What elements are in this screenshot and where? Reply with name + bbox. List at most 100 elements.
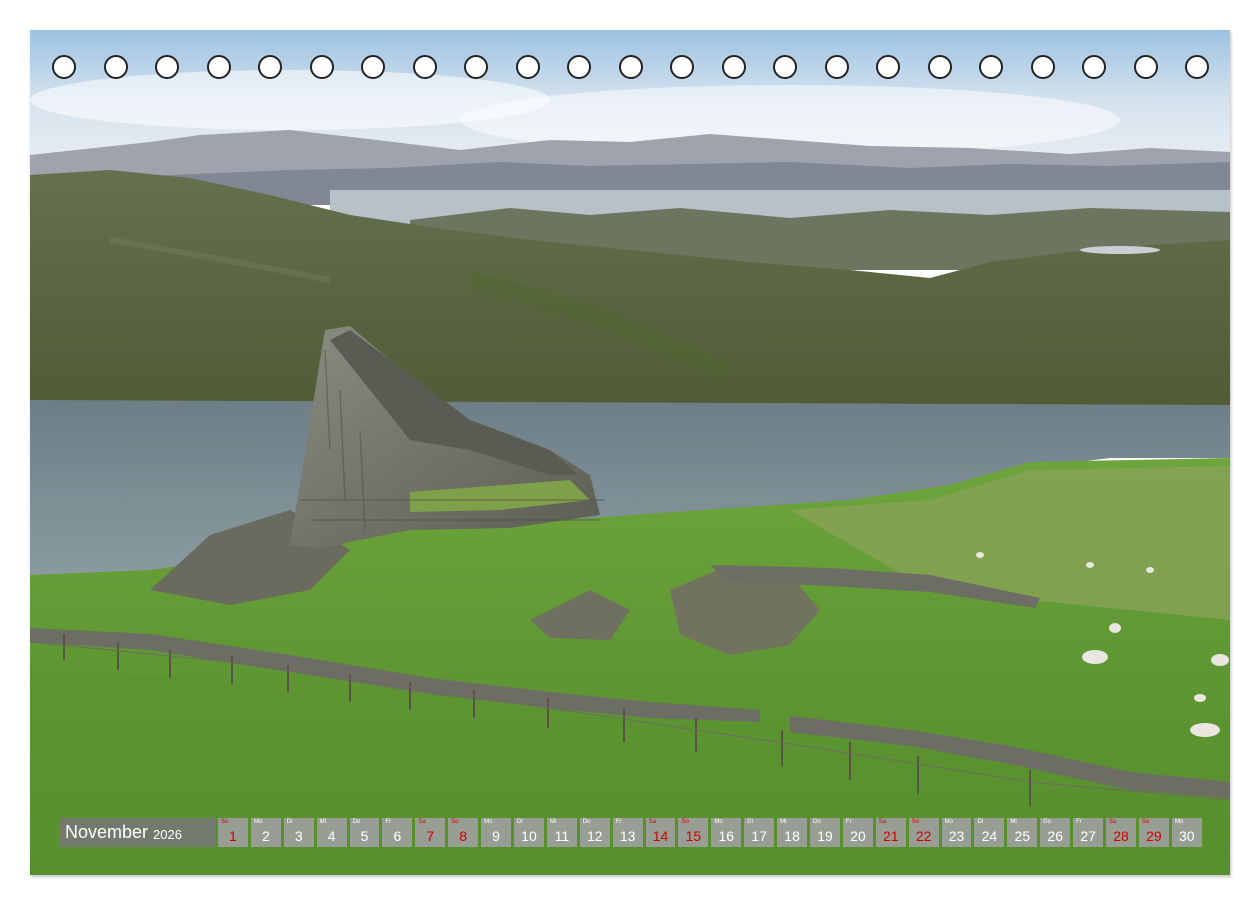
binding-hole	[515, 55, 540, 79]
weekday-label: Sa	[1109, 819, 1117, 825]
day-cell: Mi 11	[546, 818, 577, 847]
day-number: 2	[261, 828, 270, 844]
day-number: 11	[554, 828, 570, 844]
day-number: 26	[1047, 828, 1063, 844]
day-number: 19	[817, 828, 833, 844]
day-cell: So 29	[1138, 818, 1169, 847]
day-cell: Do 5	[349, 818, 380, 847]
day-cell: Sa 7	[415, 818, 446, 847]
day-number: 24	[981, 828, 998, 844]
weekday-label: So	[911, 819, 920, 825]
binding-hole	[824, 55, 849, 79]
weekday-label: Sa	[878, 819, 887, 825]
weekday-label: So	[1141, 819, 1150, 825]
day-cell: So 15	[678, 818, 709, 847]
day-number: 25	[1014, 828, 1031, 844]
day-number: 22	[915, 828, 932, 844]
day-cell: Di 17	[744, 818, 775, 847]
binding-hole	[155, 55, 179, 79]
day-cell: Mi 18	[777, 818, 808, 847]
day-number: 30	[1178, 828, 1195, 844]
binding-hole	[1133, 55, 1158, 79]
binding-hole	[52, 55, 76, 79]
day-cell: Sa 21	[875, 818, 906, 847]
binding-hole	[206, 55, 231, 79]
day-cell: Do 19	[810, 818, 840, 847]
day-number: 27	[1080, 828, 1096, 844]
day-cell: Di 10	[514, 818, 544, 847]
weekday-label: Sa	[418, 819, 426, 825]
day-number: 21	[882, 828, 899, 844]
day-cell: Mo 23	[941, 818, 972, 847]
day-number: 3	[294, 828, 303, 844]
binding-hole	[567, 55, 591, 79]
binding-hole	[1185, 55, 1209, 79]
day-cell: Di 3	[283, 818, 314, 847]
day-cell: Sa 14	[645, 818, 676, 847]
day-cell: So 22	[908, 818, 939, 847]
day-number: 16	[718, 828, 735, 844]
day-number: 6	[393, 828, 402, 844]
day-number: 29	[1146, 828, 1162, 844]
binding-hole	[927, 55, 952, 79]
binding-hole	[309, 55, 334, 79]
day-cell: Mo 9	[481, 818, 512, 847]
day-number: 9	[492, 828, 500, 844]
month-label: November 2026	[59, 818, 215, 847]
weekday-label: Fr	[385, 819, 392, 825]
day-number: 28	[1113, 828, 1129, 844]
weekday-label: Di	[286, 819, 293, 825]
landscape-photo	[30, 30, 1230, 875]
day-cell: Fr 13	[612, 818, 643, 847]
day-cell: Di 24	[974, 818, 1005, 847]
binding-hole	[464, 55, 488, 79]
binding-hole	[721, 55, 746, 79]
weekday-label: Do	[813, 819, 821, 825]
weekday-label: Fr	[845, 819, 852, 825]
weekday-label: Mi	[549, 819, 557, 825]
day-cell: Sa 28	[1106, 818, 1136, 847]
weekday-label: So	[221, 819, 229, 825]
day-cell: Fr 20	[842, 818, 873, 847]
day-cells: So 1 Mo 2 Di 3 Mi 4 Do 5 Fr 6 Sa 7 So 8 Mo 9 Di 10 Mi 11 Do 12 F…	[218, 818, 1202, 847]
day-number: 18	[784, 828, 800, 844]
weekday-label: Di	[747, 819, 753, 825]
day-number: 15	[685, 828, 702, 844]
weekday-label: Do	[1043, 819, 1051, 825]
day-number: 4	[327, 828, 336, 844]
binding-hole	[670, 55, 694, 79]
binding-hole	[773, 55, 797, 79]
day-cell: Mi 25	[1007, 818, 1038, 847]
day-cell: Do 12	[579, 818, 610, 847]
weekday-label: Mi	[1010, 819, 1017, 825]
binding-hole	[618, 55, 643, 79]
day-cell: So 1	[218, 818, 248, 847]
binding-hole	[1082, 55, 1106, 79]
binding-hole	[258, 55, 282, 79]
binding-hole	[876, 55, 900, 79]
day-number: 8	[459, 828, 468, 844]
day-cell: Fr 6	[382, 818, 413, 847]
day-cell: Fr 27	[1073, 818, 1104, 847]
day-number: 10	[521, 828, 537, 844]
binding-hole	[412, 55, 437, 79]
binding-hole	[979, 55, 1003, 79]
month-name: November	[65, 822, 149, 842]
day-number: 1	[229, 828, 237, 844]
day-cell: So 8	[448, 818, 479, 847]
day-number: 20	[850, 828, 866, 844]
day-cell: Mo 16	[711, 818, 742, 847]
binding-holes	[52, 55, 1212, 79]
weekday-label: Di	[517, 819, 523, 825]
day-number: 23	[948, 828, 965, 844]
weekday-label: Mo	[1174, 819, 1184, 825]
day-number: 13	[619, 828, 636, 844]
binding-hole	[103, 55, 128, 79]
binding-hole	[1030, 55, 1055, 79]
weekday-label: Mo	[484, 819, 493, 825]
calendar-page: November 2026 So 1 Mo 2 Di 3 Mi 4 Do 5 Fr 6 Sa 7 So 8 Mo…	[0, 0, 1260, 905]
landscape-illustration	[30, 30, 1230, 875]
weekday-label: Do	[352, 819, 361, 825]
weekday-label: Fr	[615, 819, 622, 825]
weekday-label: Mo	[253, 819, 263, 825]
